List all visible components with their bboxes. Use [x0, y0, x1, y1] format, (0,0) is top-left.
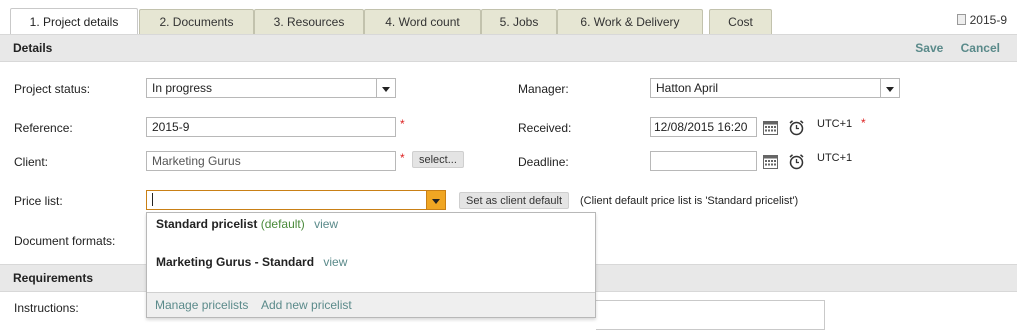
required-mark: *	[400, 151, 405, 165]
dropdown-option-standard[interactable]: Standard pricelist (default) view	[156, 217, 338, 231]
deadline-timezone: UTC+1	[817, 152, 853, 164]
option-name: Marketing Gurus - Standard	[156, 255, 315, 269]
project-status-select[interactable]: In progress	[146, 78, 396, 98]
tab-word-count[interactable]: 4. Word count	[364, 9, 481, 34]
document-formats-label: Document formats:	[14, 234, 116, 248]
requirements-title: Requirements	[13, 271, 94, 285]
dropdown-footer: Manage pricelists Add new pricelist	[147, 292, 595, 317]
project-status-label: Project status:	[14, 82, 91, 96]
price-list-dropdown-button[interactable]	[426, 190, 446, 210]
cancel-button[interactable]: Cancel	[961, 41, 1000, 55]
manage-pricelists-link[interactable]: Manage pricelists	[155, 298, 248, 312]
project-id: 2015-9	[956, 13, 1007, 27]
client-value: Marketing Gurus	[152, 154, 241, 168]
document-icon	[956, 14, 966, 25]
tab-jobs[interactable]: 5. Jobs	[481, 9, 557, 34]
reference-label: Reference:	[14, 121, 73, 135]
reference-input[interactable]: 2015-9	[146, 117, 396, 137]
instructions-label: Instructions:	[14, 301, 79, 315]
tab-documents[interactable]: 2. Documents	[139, 9, 254, 34]
manager-dropdown-button[interactable]	[880, 78, 900, 98]
required-mark: *	[400, 117, 405, 131]
tab-project-details[interactable]: 1. Project details	[10, 8, 138, 35]
calendar-icon[interactable]	[763, 155, 778, 169]
default-tag: (default)	[260, 217, 305, 231]
project-status-value: In progress	[152, 81, 213, 95]
clock-icon[interactable]	[788, 153, 805, 170]
chevron-down-icon	[382, 87, 390, 92]
client-input[interactable]: Marketing Gurus	[146, 151, 396, 171]
received-value: 12/08/2015 16:20	[654, 120, 748, 134]
received-timezone: UTC+1	[817, 118, 853, 130]
manager-select[interactable]: Hatton April	[650, 78, 900, 98]
save-button[interactable]: Save	[915, 41, 943, 55]
price-list-label: Price list:	[14, 194, 63, 208]
clock-icon[interactable]	[788, 119, 805, 136]
tab-bar: 1. Project details 2. Documents 3. Resou…	[0, 0, 1017, 35]
details-header: Details Save Cancel	[0, 34, 1017, 62]
received-input[interactable]: 12/08/2015 16:20	[650, 117, 757, 137]
option-name: Standard pricelist	[156, 217, 258, 231]
set-as-client-default-button[interactable]: Set as client default	[459, 192, 570, 209]
text-cursor	[152, 193, 153, 206]
price-list-dropdown: Standard pricelist (default) view Market…	[146, 212, 596, 318]
deadline-input[interactable]	[650, 151, 757, 171]
add-new-pricelist-link[interactable]: Add new pricelist	[261, 298, 352, 312]
manager-value: Hatton April	[656, 81, 719, 95]
project-id-text: 2015-9	[969, 13, 1007, 27]
deadline-label: Deadline:	[518, 155, 569, 169]
details-title: Details	[13, 41, 53, 55]
received-label: Received:	[518, 121, 572, 135]
chevron-down-icon	[432, 199, 440, 204]
client-label: Client:	[14, 155, 49, 169]
reference-value: 2015-9	[152, 120, 190, 134]
tab-work-delivery[interactable]: 6. Work & Delivery	[557, 9, 703, 34]
client-default-note: (Client default price list is 'Standard …	[580, 195, 799, 207]
select-client-button[interactable]: select...	[412, 151, 464, 168]
required-mark: *	[861, 116, 866, 130]
calendar-icon[interactable]	[763, 121, 778, 135]
tab-resources[interactable]: 3. Resources	[254, 9, 364, 34]
dropdown-option-marketing-gurus[interactable]: Marketing Gurus - Standard view	[156, 255, 347, 269]
price-list-input[interactable]	[146, 190, 446, 210]
chevron-down-icon	[886, 87, 894, 92]
view-link[interactable]: view	[323, 255, 347, 269]
manager-label: Manager:	[518, 82, 569, 96]
details-actions: Save Cancel	[901, 41, 1000, 55]
view-link[interactable]: view	[314, 217, 338, 231]
project-status-dropdown-button[interactable]	[376, 78, 396, 98]
tab-cost[interactable]: Cost	[709, 9, 772, 34]
